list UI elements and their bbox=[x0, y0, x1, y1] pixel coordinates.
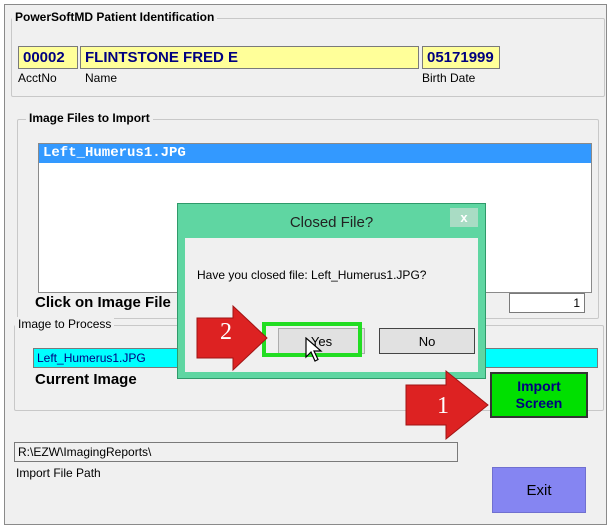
no-button[interactable]: No bbox=[379, 328, 475, 354]
name-field[interactable]: FLINTSTONE FRED E bbox=[80, 46, 419, 69]
name-caption: Name bbox=[85, 71, 118, 85]
close-icon[interactable]: x bbox=[450, 208, 478, 227]
dialog-title: Closed File? bbox=[289, 214, 374, 231]
birth-date-caption: Birth Date bbox=[422, 71, 476, 85]
import-screen-label: Import Screen bbox=[516, 378, 563, 412]
import-label-line2: Screen bbox=[515, 395, 563, 411]
image-to-process-legend: Image to Process bbox=[15, 317, 115, 331]
step-1-label: 1 bbox=[437, 393, 449, 419]
acct-no-caption: AcctNo bbox=[18, 71, 57, 85]
current-image-label: Current Image bbox=[35, 371, 137, 388]
exit-button[interactable]: Exit bbox=[492, 467, 586, 513]
import-screen-button[interactable]: Import Screen bbox=[490, 372, 588, 418]
patient-group-legend: PowerSoftMD Patient Identification bbox=[12, 10, 218, 24]
step-2-label: 2 bbox=[220, 319, 232, 345]
click-image-file-label: Click on Image File bbox=[35, 294, 171, 311]
patient-identification-group: PowerSoftMD Patient Identification 00002… bbox=[11, 10, 605, 97]
import-file-path-caption: Import File Path bbox=[16, 466, 101, 480]
file-count-field[interactable]: 1 bbox=[509, 293, 585, 313]
image-files-legend: Image Files to Import bbox=[26, 111, 153, 125]
mouse-cursor-icon bbox=[305, 337, 323, 362]
import-file-path-field[interactable]: R:\EZW\ImagingReports\ bbox=[14, 442, 458, 462]
birth-date-field[interactable]: 05171999 bbox=[422, 46, 500, 69]
acct-no-field[interactable]: 00002 bbox=[18, 46, 78, 69]
list-item[interactable]: Left_Humerus1.JPG bbox=[39, 144, 591, 163]
dialog-message: Have you closed file: Left_Humerus1.JPG? bbox=[197, 268, 427, 282]
import-label-line1: Import bbox=[517, 378, 561, 394]
step-2-arrow-icon bbox=[196, 304, 268, 372]
